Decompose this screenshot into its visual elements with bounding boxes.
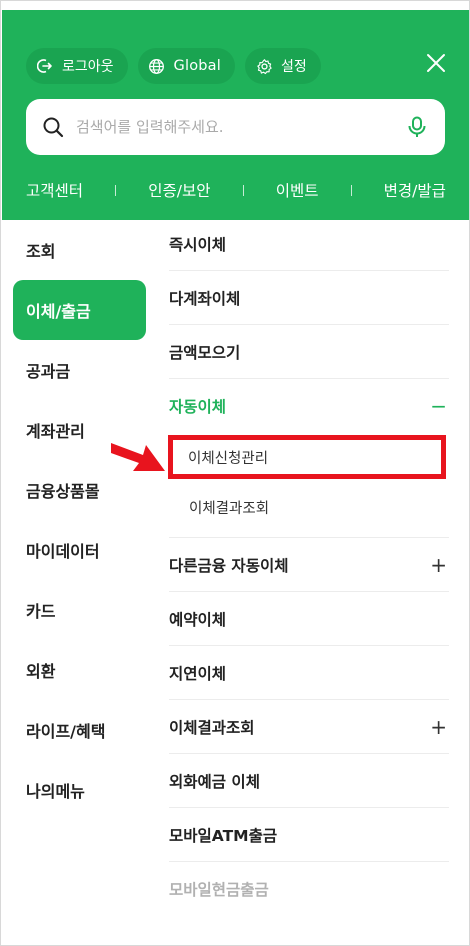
menu-label: 모바일ATM출금 <box>169 826 278 845</box>
submenu-transfer-result-inquiry[interactable]: 이체결과조회 <box>169 483 449 531</box>
menu-label: 다른금융 자동이체 <box>169 556 289 575</box>
logout-button[interactable]: 로그아웃 <box>26 48 128 84</box>
menu-mobile-cash-withdrawal[interactable]: 모바일현금출금 <box>169 862 449 901</box>
menu-label: 금액모으기 <box>169 343 241 362</box>
menu-auto-transfer[interactable]: 자동이체 − <box>169 379 449 433</box>
expand-icon: + <box>430 552 447 577</box>
category-mydata[interactable]: 마이데이터 <box>2 520 147 580</box>
category-foreign-exchange[interactable]: 외환 <box>2 640 147 700</box>
menu-label: 모바일현금출금 <box>169 880 269 899</box>
menu-label: 자동이체 <box>169 398 227 416</box>
link-change-issue[interactable]: 변경/발급 <box>384 179 446 201</box>
category-menu: 조회 이체/출금 공과금 계좌관리 금융상품몰 마이데이터 카드 외환 라이프/… <box>2 220 147 820</box>
menu-label: 다계좌이체 <box>169 289 241 308</box>
close-button[interactable] <box>423 52 449 78</box>
link-divider <box>350 184 352 196</box>
search-icon <box>42 115 66 139</box>
menu-scheduled-transfer[interactable]: 예약이체 <box>169 592 449 646</box>
global-label: Global <box>173 58 221 74</box>
category-card[interactable]: 카드 <box>2 580 147 640</box>
red-arrow-annotation <box>111 443 165 471</box>
close-icon <box>425 52 447 78</box>
global-button[interactable]: Global <box>137 48 235 84</box>
menu-label: 예약이체 <box>169 610 227 629</box>
menu-other-bank-auto-transfer[interactable]: 다른금융 자동이체 + <box>169 538 449 592</box>
menu-label: 즉시이체 <box>169 235 227 254</box>
category-my-menu[interactable]: 나의메뉴 <box>2 760 147 820</box>
menu-screen: 로그아웃 Global 설정 검색어를 입력해주세요. 고객센터 인증/보안 이… <box>0 0 470 946</box>
submenu-panel: 즉시이체 다계좌이체 금액모으기 자동이체 − 이체신청관리 이체결과조회 다른… <box>157 217 469 901</box>
category-utility-bills[interactable]: 공과금 <box>2 340 147 400</box>
link-events[interactable]: 이벤트 <box>276 179 319 201</box>
gear-icon <box>255 57 273 75</box>
search-box <box>26 99 445 155</box>
link-divider <box>115 184 117 196</box>
auto-transfer-submenu: 이체신청관리 이체결과조회 <box>168 435 449 538</box>
menu-delayed-transfer[interactable]: 지연이체 <box>169 646 449 700</box>
menu-instant-transfer[interactable]: 즉시이체 <box>169 217 449 271</box>
settings-button[interactable]: 설정 <box>245 48 321 84</box>
expand-icon: + <box>430 714 447 739</box>
submenu-transfer-request-management[interactable]: 이체신청관리 <box>168 435 446 479</box>
menu-transfer-result-inquiry[interactable]: 이체결과조회 + <box>169 700 449 754</box>
submenu-label: 이체결과조회 <box>189 500 270 517</box>
search-input[interactable] <box>76 118 405 136</box>
menu-multi-account-transfer[interactable]: 다계좌이체 <box>169 271 449 325</box>
category-transfer[interactable]: 이체/출금 <box>13 280 146 340</box>
link-divider <box>242 184 244 196</box>
header-actions: 로그아웃 Global 설정 <box>26 48 321 84</box>
menu-label: 외화예금 이체 <box>169 772 260 791</box>
link-auth-security[interactable]: 인증/보안 <box>148 179 210 201</box>
microphone-icon[interactable] <box>405 115 429 139</box>
menu-header: 로그아웃 Global 설정 검색어를 입력해주세요. 고객센터 인증/보안 이… <box>2 10 469 220</box>
menu-label: 지연이체 <box>169 664 227 683</box>
menu-money-gathering[interactable]: 금액모으기 <box>169 325 449 379</box>
logout-icon <box>36 57 54 75</box>
menu-label: 이체결과조회 <box>169 718 255 737</box>
quick-links: 고객센터 인증/보안 이벤트 변경/발급 <box>26 178 446 202</box>
menu-mobile-atm-withdrawal[interactable]: 모바일ATM출금 <box>169 808 449 862</box>
category-inquiry[interactable]: 조회 <box>2 220 147 280</box>
submenu-label: 이체신청관리 <box>188 450 269 467</box>
category-life-benefits[interactable]: 라이프/혜택 <box>2 700 147 760</box>
logout-label: 로그아웃 <box>62 59 114 75</box>
collapse-icon: − <box>430 394 447 418</box>
settings-label: 설정 <box>281 59 307 75</box>
globe-icon <box>148 57 166 75</box>
menu-foreign-deposit-transfer[interactable]: 외화예금 이체 <box>169 754 449 808</box>
link-customer-center[interactable]: 고객센터 <box>26 179 83 201</box>
